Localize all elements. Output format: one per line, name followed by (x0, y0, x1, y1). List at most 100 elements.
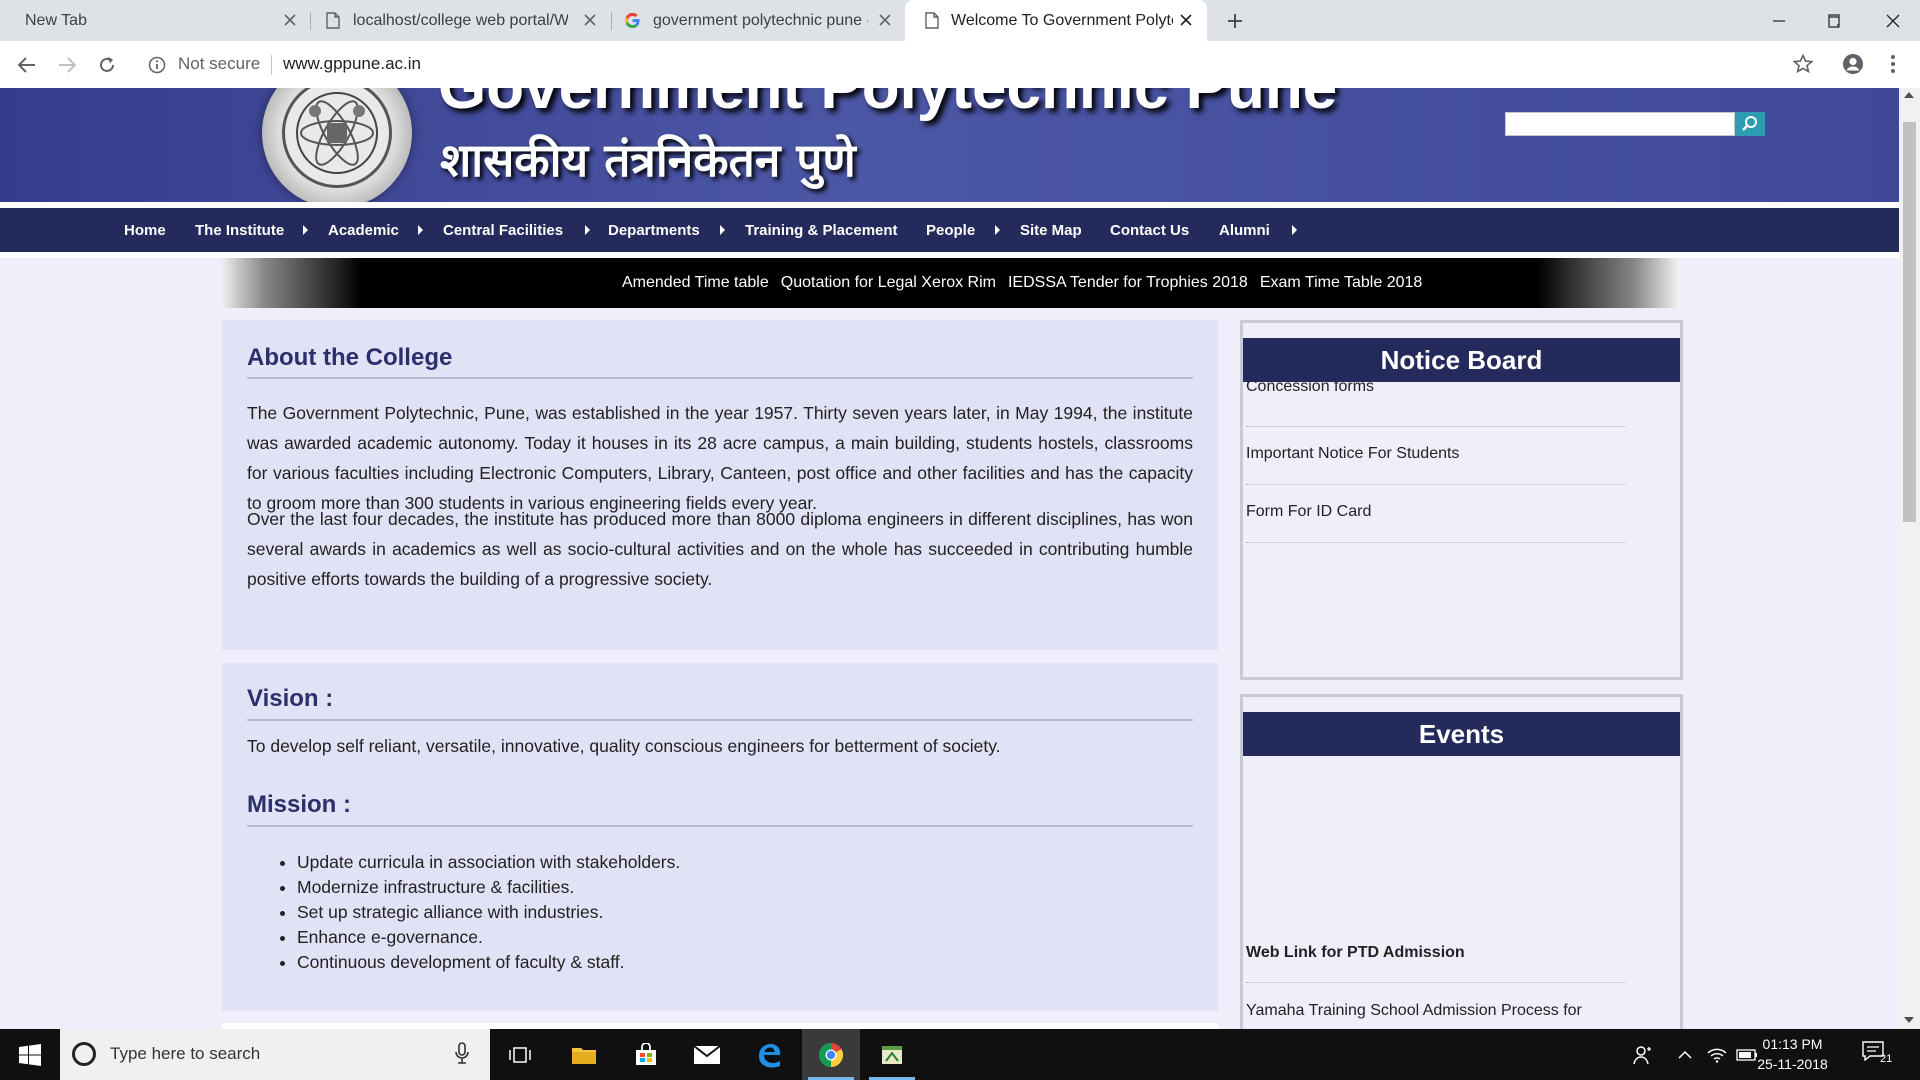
list-item: Enhance e-governance. (297, 925, 680, 950)
new-tab-button[interactable] (1222, 8, 1248, 34)
omnibox-divider (271, 55, 272, 75)
info-icon[interactable] (148, 56, 166, 79)
task-view-icon[interactable] (491, 1029, 549, 1080)
window-close-button[interactable] (1866, 0, 1920, 41)
back-button[interactable] (13, 51, 41, 79)
college-logo (262, 88, 412, 208)
app-editor-icon[interactable] (863, 1029, 921, 1080)
system-clock[interactable]: 01:13 PM 25-11-2018 (1745, 1034, 1840, 1074)
windows-start-button[interactable] (0, 1029, 60, 1080)
tab-new-tab[interactable]: New Tab (0, 0, 310, 41)
submenu-arrow-icon (418, 225, 423, 235)
heading-rule (247, 377, 1193, 379)
page-viewport: Government Polytechnic Pune शासकीय तंत्र… (0, 88, 1899, 1029)
file-explorer-icon[interactable] (555, 1029, 613, 1080)
chrome-icon[interactable] (802, 1029, 860, 1080)
scroll-up-arrow-icon[interactable] (1904, 92, 1914, 98)
nav-central-facilities[interactable]: Central Facilities (443, 208, 563, 252)
nav-people[interactable]: People (926, 208, 975, 252)
microphone-icon[interactable] (455, 1042, 469, 1069)
close-icon[interactable] (282, 12, 298, 28)
nav-training-placement[interactable]: Training & Placement (745, 208, 898, 252)
list-item: Modernize infrastructure & facilities. (297, 875, 680, 900)
reload-button[interactable] (93, 51, 121, 79)
site-header: Government Polytechnic Pune शासकीय तंत्र… (0, 88, 1899, 208)
more-menu-icon[interactable] (1880, 51, 1906, 77)
google-icon (624, 12, 640, 29)
mail-icon[interactable] (678, 1029, 736, 1080)
clock-time: 01:13 PM (1762, 1036, 1823, 1052)
site-title-marathi: शासकीय तंत्रनिकेतन पुणे (440, 133, 856, 187)
show-hidden-icons-chevron-icon[interactable] (1672, 1029, 1698, 1080)
site-search-input[interactable] (1505, 112, 1735, 136)
about-paragraph-1: The Government Polytechnic, Pune, was es… (247, 403, 1193, 513)
nav-alumni[interactable]: Alumni (1219, 208, 1270, 252)
ticker-fade-left (222, 258, 362, 308)
nav-site-map[interactable]: Site Map (1020, 208, 1082, 252)
about-paragraph-2: Over the last four decades, the institut… (247, 509, 1193, 589)
ticker-fade-right (1537, 258, 1677, 308)
forward-button[interactable] (53, 51, 81, 79)
page-icon (326, 12, 342, 29)
windows-icon (19, 1043, 41, 1066)
store-icon[interactable] (617, 1029, 675, 1080)
submenu-arrow-icon (995, 225, 1000, 235)
nav-the-institute[interactable]: The Institute (195, 208, 284, 252)
ticker-link[interactable]: Exam Time Table 2018 (1260, 274, 1422, 292)
ticker-link[interactable]: Quotation for Legal Xerox Rim (781, 274, 996, 292)
news-ticker: Amended Time table Quotation for Legal X… (222, 258, 1677, 308)
security-label: Not secure (178, 54, 261, 73)
bookmark-star-icon[interactable] (1790, 51, 1816, 77)
notice-link[interactable]: Form For ID Card (1246, 503, 1626, 521)
tab-title: New Tab (25, 11, 87, 29)
browser-tabstrip: New Tab localhost/college web portal/WC … (0, 0, 1920, 41)
heading-rule (247, 825, 1193, 827)
about-panel: About the College The Government Polytec… (222, 320, 1218, 650)
nav-contact-us[interactable]: Contact Us (1110, 208, 1189, 252)
event-link[interactable]: Web Link for PTD Admission (1246, 944, 1626, 962)
notice-list: Concession forms Important Notice For St… (1243, 382, 1680, 677)
page-scrollbar[interactable] (1899, 88, 1920, 1029)
url-text[interactable]: www.gppune.ac.in (283, 54, 421, 74)
nav-academic[interactable]: Academic (328, 208, 399, 252)
minimize-button[interactable] (1752, 0, 1806, 41)
ticker-link[interactable]: Amended Time table (622, 274, 769, 292)
profile-icon[interactable] (1840, 51, 1866, 77)
wifi-icon[interactable] (1704, 1029, 1730, 1080)
restore-button[interactable] (1806, 0, 1860, 41)
notice-board: Notice Board Concession forms Important … (1240, 320, 1683, 680)
notice-link[interactable]: Important Notice For Students (1246, 445, 1626, 463)
list-item: Set up strategic alliance with industrie… (297, 900, 680, 925)
taskbar-search-box[interactable]: Type here to search (60, 1029, 490, 1080)
page-icon (925, 12, 941, 29)
submenu-arrow-icon (1292, 225, 1297, 235)
notice-divider (1246, 542, 1626, 543)
people-icon[interactable] (1628, 1029, 1658, 1080)
mission-list: Update curricula in association with sta… (297, 850, 680, 975)
scroll-thumb[interactable] (1903, 122, 1916, 522)
tab-localhost[interactable]: localhost/college web portal/WC (311, 0, 611, 41)
nav-home[interactable]: Home (124, 208, 166, 252)
scroll-down-arrow-icon[interactable] (1904, 1017, 1914, 1023)
ticker-link[interactable]: IEDSSA Tender for Trophies 2018 (1008, 274, 1248, 292)
list-item: Continuous development of faculty & staf… (297, 950, 680, 975)
ticker-items: Amended Time table Quotation for Legal X… (622, 258, 1422, 308)
close-icon[interactable] (877, 12, 893, 28)
close-icon[interactable] (582, 12, 598, 28)
vision-text: To develop self reliant, versatile, inno… (247, 736, 1001, 756)
list-item: Update curricula in association with sta… (297, 850, 680, 875)
submenu-arrow-icon (303, 225, 308, 235)
vision-heading: Vision : (247, 685, 334, 712)
tab-gppune-active[interactable]: Welcome To Government Polytec (905, 0, 1207, 41)
edge-icon[interactable] (740, 1029, 798, 1080)
site-search-button[interactable] (1735, 112, 1765, 136)
tab-title: government polytechnic pune - G (653, 11, 868, 29)
nav-departments[interactable]: Departments (608, 208, 700, 252)
notice-divider (1246, 484, 1626, 485)
notice-link[interactable]: Concession forms (1246, 382, 1626, 396)
close-icon[interactable] (1178, 12, 1194, 28)
cortana-circle-icon (72, 1042, 96, 1066)
event-link[interactable]: Yamaha Training School Admission Process… (1246, 1002, 1626, 1020)
tab-google-search[interactable]: government polytechnic pune - G (612, 0, 905, 41)
notice-board-heading: Notice Board (1243, 338, 1680, 382)
